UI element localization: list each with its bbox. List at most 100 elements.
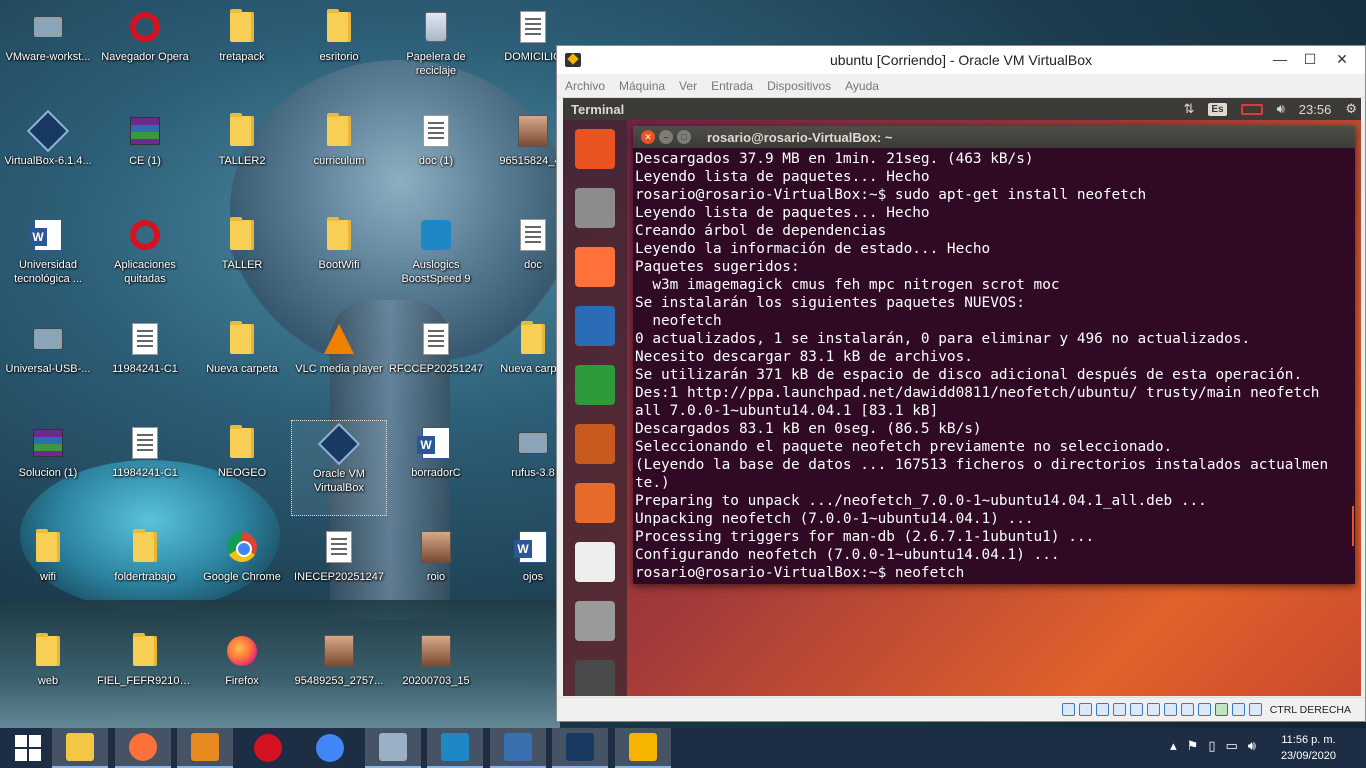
start-button[interactable] — [0, 728, 56, 768]
desktop-icon[interactable]: Google Chrome — [194, 524, 290, 620]
desktop-icon[interactable]: roio — [388, 524, 484, 620]
desktop-icon[interactable]: Auslogics BoostSpeed 9 — [388, 212, 484, 308]
desktop-icon[interactable]: foldertrabajo — [97, 524, 193, 620]
desktop-icon[interactable]: BootWifi — [291, 212, 387, 308]
desktop-icon[interactable]: TALLER — [194, 212, 290, 308]
desktop-icon[interactable]: tretapack — [194, 4, 290, 100]
calc-icon[interactable] — [570, 360, 620, 410]
software-center-icon[interactable] — [570, 478, 620, 528]
firefox-icon[interactable] — [570, 242, 620, 292]
opera-icon[interactable] — [240, 728, 296, 768]
keyboard-arrow-icon[interactable] — [1248, 703, 1262, 716]
terminal-minimize-icon[interactable]: – — [659, 130, 673, 144]
desktop-icon[interactable]: Nueva carpeta — [194, 316, 290, 412]
chevron-up-icon[interactable]: ▴ — [1170, 738, 1177, 754]
desktop-icon[interactable]: VMware-workst... — [0, 4, 96, 100]
menu-ver[interactable]: Ver — [679, 79, 697, 93]
mouse-integration-icon[interactable] — [1231, 703, 1245, 716]
terminal-scrollbar[interactable] — [1352, 506, 1354, 546]
desktop-icon[interactable]: NEOGEO — [194, 420, 290, 516]
file-explorer-icon[interactable] — [52, 728, 108, 768]
menu-entrada[interactable]: Entrada — [711, 79, 753, 93]
capture-icon[interactable] — [1197, 703, 1211, 716]
terminal-icon[interactable] — [570, 655, 620, 696]
keyboard-layout-indicator[interactable]: Es — [1208, 102, 1227, 116]
system-clock[interactable]: 11:56 p. m. 23/09/2020 — [1281, 732, 1336, 764]
maximize-button[interactable]: ☐ — [1293, 46, 1327, 72]
volume-icon[interactable]: 🔊︎ — [1248, 738, 1256, 754]
impress-icon[interactable] — [570, 419, 620, 469]
virtualbox-vm-icon[interactable] — [614, 728, 671, 768]
desktop-icon[interactable]: 95489253_2757... — [291, 628, 387, 724]
terminal-window[interactable]: ✕ – □ rosario@rosario-VirtualBox: ~ Desc… — [633, 126, 1355, 584]
usb-icon[interactable] — [1129, 703, 1143, 716]
network-icon[interactable] — [489, 728, 546, 768]
battery-icon[interactable] — [1240, 103, 1263, 115]
audio-icon[interactable] — [1095, 703, 1109, 716]
remote-desktop-icon[interactable] — [364, 728, 421, 768]
settings-icon[interactable] — [570, 596, 620, 646]
amazon-icon[interactable] — [570, 537, 620, 587]
ubuntu-dash-icon[interactable] — [570, 124, 620, 174]
desktop-icon[interactable]: INECEP20251247 — [291, 524, 387, 620]
display-icon[interactable] — [1163, 703, 1177, 716]
desktop-icon[interactable]: CE (1) — [97, 108, 193, 204]
timer-icon[interactable] — [427, 728, 483, 768]
desktop-icon[interactable]: Oracle VM VirtualBox — [291, 420, 387, 516]
guest-clock[interactable]: 23:56 — [1299, 102, 1332, 117]
desktop-icon[interactable]: web — [0, 628, 96, 724]
desktop-icon[interactable]: RFCCEP20251247 — [388, 316, 484, 412]
desktop-icon[interactable]: borradorC — [388, 420, 484, 516]
desktop-icon[interactable]: VLC media player — [291, 316, 387, 412]
desktop-icon[interactable]: TALLER2 — [194, 108, 290, 204]
desktop-icon[interactable]: 20200703_15 — [388, 628, 484, 724]
terminal-titlebar[interactable]: ✕ – □ rosario@rosario-VirtualBox: ~ — [633, 126, 1355, 148]
optical-drive-icon[interactable] — [1078, 703, 1092, 716]
desktop-icon[interactable]: 11984241-C1 — [97, 420, 193, 516]
network-arrows-icon[interactable]: ⇅ — [1183, 101, 1194, 117]
menu-archivo[interactable]: Archivo — [565, 79, 605, 93]
menu-maquina[interactable]: Máquina — [619, 79, 665, 93]
gear-icon[interactable]: ⚙ — [1345, 101, 1357, 117]
menu-ayuda[interactable]: Ayuda — [845, 79, 879, 93]
desktop-icon[interactable]: FIEL_FEFR92100... — [97, 628, 193, 724]
desktop-icon[interactable]: Navegador Opera — [97, 4, 193, 100]
desktop-icon[interactable]: Papelera de reciclaje — [388, 4, 484, 100]
desktop-icon[interactable]: Firefox — [194, 628, 290, 724]
recording-icon[interactable] — [1180, 703, 1194, 716]
terminal-close-icon[interactable]: ✕ — [641, 130, 655, 144]
cpu-icon[interactable] — [1214, 703, 1228, 716]
minimize-button[interactable]: — — [1263, 46, 1297, 72]
volume-icon[interactable]: 🔊︎ — [1277, 101, 1285, 117]
network-tray-icon[interactable]: ▭ — [1226, 738, 1238, 754]
desktop-icon[interactable]: doc (1) — [388, 108, 484, 204]
terminal-output[interactable]: Descargados 37.9 MB en 1min. 21seg. (463… — [633, 148, 1355, 584]
hdd-icon[interactable] — [1061, 703, 1075, 716]
writer-icon[interactable] — [570, 301, 620, 351]
desktop-icon[interactable]: 11984241-C1 — [97, 316, 193, 412]
menu-dispositivos[interactable]: Dispositivos — [767, 79, 831, 93]
chrome-icon[interactable] — [302, 728, 358, 768]
desktop-icon[interactable]: Solucion (1) — [0, 420, 96, 516]
shared-folders-icon[interactable] — [1146, 703, 1160, 716]
files-icon[interactable] — [570, 183, 620, 233]
battery-icon[interactable]: ▯ — [1208, 738, 1215, 754]
media-player-icon[interactable] — [177, 728, 233, 768]
desktop-icon[interactable]: Aplicaciones quitadas — [97, 212, 193, 308]
usb-icon — [516, 426, 550, 460]
close-button[interactable]: ✕ — [1325, 46, 1359, 72]
desktop-icon[interactable]: Universal-USB-... — [0, 316, 96, 412]
terminal-line: (Leyendo la base de datos ... 167513 fic… — [635, 457, 1329, 473]
terminal-maximize-icon[interactable]: □ — [677, 130, 691, 144]
flag-icon[interactable]: ⚑ — [1187, 738, 1199, 754]
desktop-icon[interactable]: esritorio — [291, 4, 387, 100]
virtualbox-icon[interactable] — [552, 728, 608, 768]
desktop-icon[interactable]: Universidad tecnológica ... — [0, 212, 96, 308]
guest-screen[interactable]: Terminal ⇅ Es 🔊︎ 23:56 ⚙ ✕ – □ rosario@r… — [563, 98, 1361, 696]
vbox-titlebar[interactable]: ubuntu [Corriendo] - Oracle VM VirtualBo… — [557, 46, 1365, 74]
desktop-icon[interactable]: curriculum — [291, 108, 387, 204]
desktop-icon[interactable]: wifi — [0, 524, 96, 620]
network-icon[interactable] — [1112, 703, 1126, 716]
firefox-icon[interactable] — [114, 728, 171, 768]
desktop-icon[interactable]: VirtualBox-6.1.4... — [0, 108, 96, 204]
